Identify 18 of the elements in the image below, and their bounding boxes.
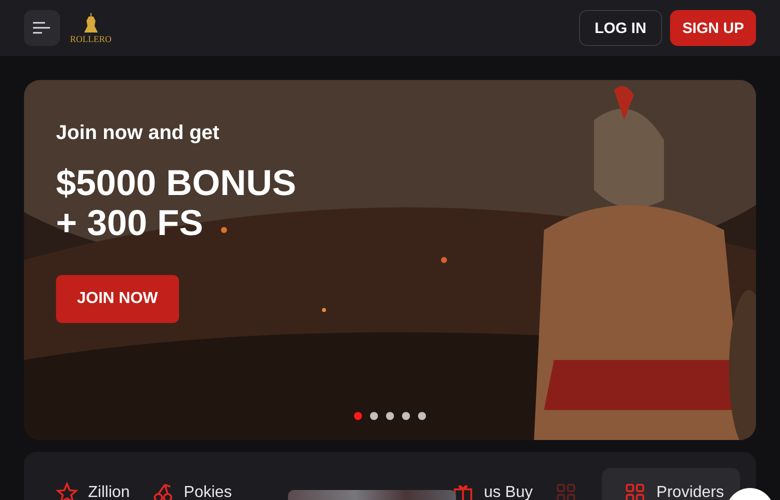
banner-intro: Join now and get [56, 122, 220, 145]
category-tab[interactable]: Zillion [52, 468, 144, 500]
grid-icon [554, 482, 577, 500]
gift-icon [452, 482, 474, 500]
menu-button[interactable] [24, 10, 60, 46]
category-tab[interactable]: Providers [602, 468, 740, 500]
login-button[interactable]: LOG IN [578, 10, 662, 46]
join-now-button[interactable]: JOIN NOW [56, 275, 179, 323]
signup-button[interactable]: SIGN UP [670, 10, 756, 46]
bonus-headline: + 300 FS [56, 203, 204, 243]
cherry-icon [152, 482, 174, 500]
bonus-headline: $5000 BONUS [56, 163, 296, 203]
grid-icon [624, 482, 646, 500]
menu-icon [33, 21, 51, 35]
logo-text: ROLLERO [70, 34, 112, 44]
category-tab[interactable]: us Buy [448, 468, 547, 500]
category-tab[interactable]: Pokies [148, 468, 246, 500]
star-icon [56, 482, 78, 500]
